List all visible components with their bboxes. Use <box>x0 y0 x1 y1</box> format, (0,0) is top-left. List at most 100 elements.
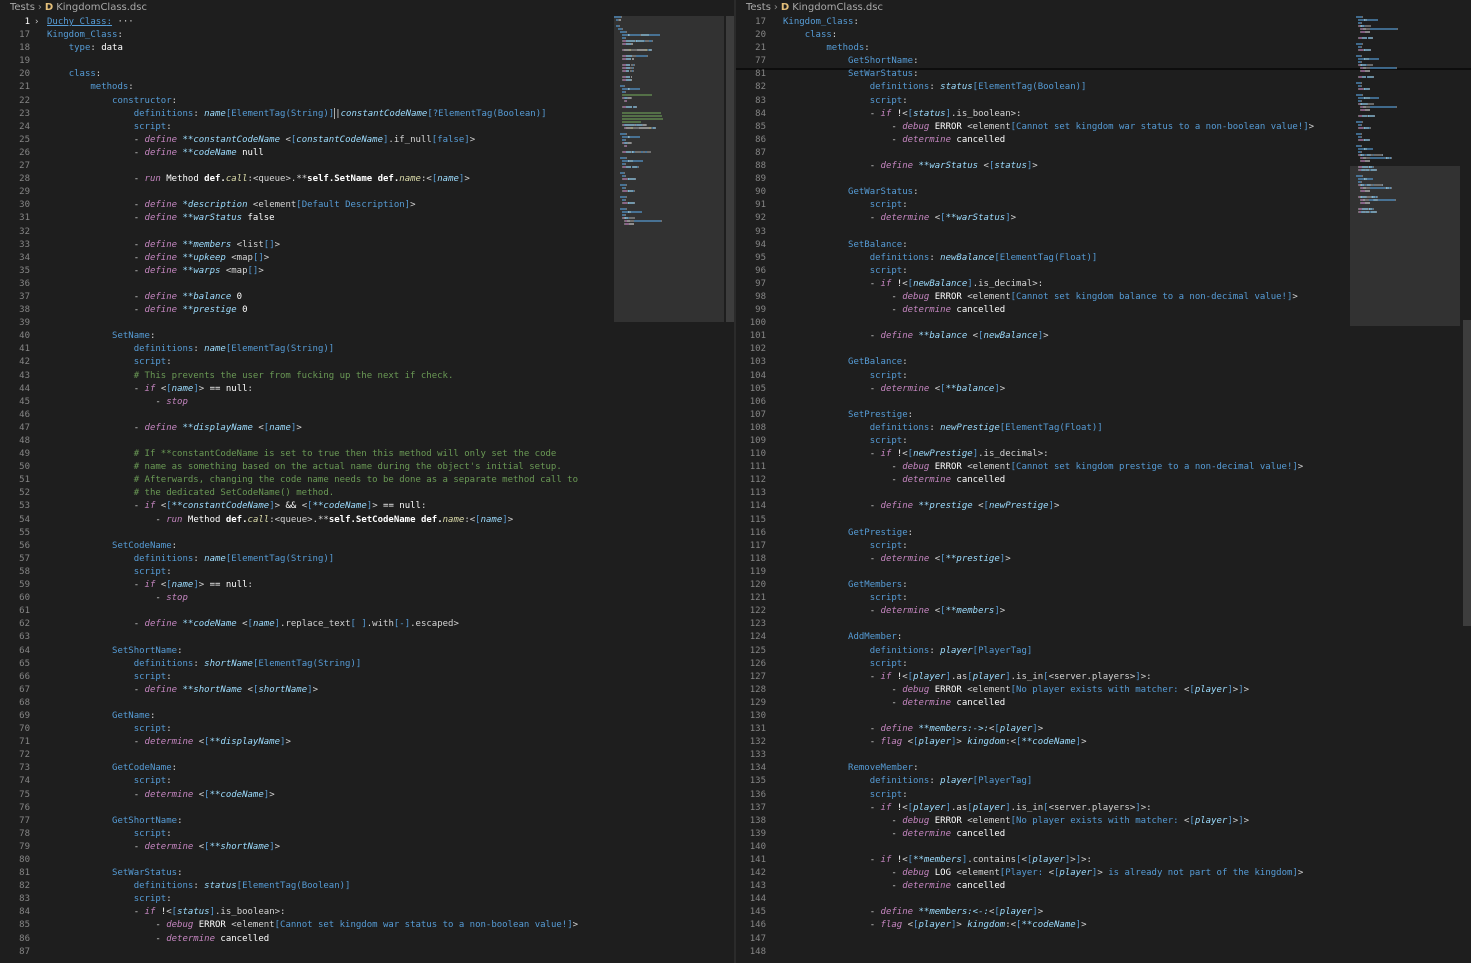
line-number: 62 <box>19 619 30 630</box>
code-token: [] <box>263 239 275 250</box>
code-token: .escaped> <box>410 619 459 630</box>
code-token: define <box>144 305 183 316</box>
code-token: if <box>880 449 897 460</box>
code-token: - <box>783 855 881 865</box>
line-number: 136 <box>749 789 766 800</box>
code-token: AddMember <box>848 632 897 643</box>
code-token: : <box>902 200 908 211</box>
code-token: SetWarStatus <box>848 69 914 80</box>
line-number: 34 <box>19 252 30 263</box>
code-token: > <box>1292 291 1298 302</box>
line-number: 28 <box>19 174 30 185</box>
code-token: constantCodeName <box>296 134 383 145</box>
line-number: 92 <box>755 213 766 224</box>
code-token: player <box>940 776 973 787</box>
line-number: 38 <box>19 305 30 316</box>
code-token: ··· <box>112 17 140 27</box>
line-number: 112 <box>749 475 766 486</box>
code-token: < <box>972 501 984 512</box>
line-number: 140 <box>749 841 766 852</box>
code-token: > <box>956 920 968 931</box>
code-token: - <box>47 200 145 211</box>
code-token: cancelled <box>956 828 1006 839</box>
line-number: 111 <box>749 462 766 473</box>
code-token: GetName <box>112 710 150 721</box>
code-token: == null <box>383 501 421 512</box>
code-token: : <box>913 56 919 67</box>
line-number: 22 <box>19 95 30 106</box>
line-number: 98 <box>755 291 766 302</box>
code-token: : <box>853 17 859 27</box>
line-number: 113 <box>749 488 766 499</box>
minimap[interactable] <box>614 16 724 963</box>
code-token: determine <box>144 841 199 852</box>
code-token: : <box>166 776 172 787</box>
code-token: status <box>913 108 946 119</box>
line-number: 123 <box>749 619 766 630</box>
code-token: **balance <box>182 291 232 302</box>
line-number: 40 <box>19 331 30 342</box>
line-number: 75 <box>19 789 30 800</box>
code-token: > <box>1081 920 1087 931</box>
editor-pane-left[interactable]: Tests › D KingdomClass.dsc 1 Duchy_Class:… <box>0 0 734 963</box>
code-token: name <box>480 514 503 525</box>
code-token: > <box>1243 815 1250 826</box>
code-token: determine <box>902 305 957 316</box>
code-token: player <box>1194 684 1228 695</box>
line-number: 100 <box>749 318 766 329</box>
line-number: 55 <box>19 527 30 538</box>
code-token: LOG <box>934 868 957 879</box>
fold-chevron-icon[interactable]: › <box>34 16 39 29</box>
breadcrumb-folder[interactable]: Tests <box>746 0 771 16</box>
breadcrumb-file[interactable]: KingdomClass.dsc <box>792 0 883 16</box>
code-token: SetCodeName <box>112 540 172 551</box>
code-token: : <box>913 187 919 198</box>
breadcrumb-folder[interactable]: Tests <box>10 0 35 16</box>
code-token: Kingdom_Class <box>47 30 118 41</box>
code-token: > <box>296 422 302 433</box>
minimap-slider[interactable] <box>614 16 724 322</box>
code-token: script <box>133 828 167 839</box>
line-number: 88 <box>755 161 766 172</box>
code-token: [false] <box>431 134 470 145</box>
line-number: 67 <box>19 684 30 695</box>
code-token: **warStatus <box>182 213 243 224</box>
code-token: player <box>972 802 1006 813</box>
code-token: - <box>47 213 145 224</box>
scrollbar-thumb[interactable] <box>726 16 734 322</box>
code-token: shortName <box>204 658 253 669</box>
scrollbar-thumb[interactable] <box>1463 320 1471 626</box>
line-number: 93 <box>755 226 766 237</box>
code-token: **constantCodeName <box>171 501 270 512</box>
code-token: GetShortName <box>848 56 914 67</box>
code-token: script <box>869 593 903 604</box>
code-token: > <box>269 789 275 800</box>
line-number: 63 <box>19 632 30 643</box>
line-number: 31 <box>19 213 30 224</box>
breadcrumb-file[interactable]: KingdomClass.dsc <box>56 0 147 16</box>
code-token: name <box>269 422 291 433</box>
minimap[interactable] <box>1350 16 1460 963</box>
line-number: 129 <box>749 697 766 708</box>
line-number: 131 <box>749 724 766 735</box>
code-token: call <box>225 174 248 185</box>
editor-pane-right[interactable]: Tests › D KingdomClass.dsc 17 Kingdom_Cla… <box>736 0 1471 963</box>
code-token: newBalance <box>940 252 995 263</box>
code-token: cancelled <box>956 305 1006 316</box>
code-token: > <box>198 580 210 591</box>
code-token: > <box>285 737 291 748</box>
line-number: 90 <box>755 187 766 198</box>
code-token: > <box>507 514 514 525</box>
line-number: 135 <box>749 776 766 787</box>
code-token: determine <box>880 553 935 564</box>
code-token: : <box>929 252 941 263</box>
line-number: 58 <box>19 566 30 577</box>
code-token: - <box>47 841 145 852</box>
